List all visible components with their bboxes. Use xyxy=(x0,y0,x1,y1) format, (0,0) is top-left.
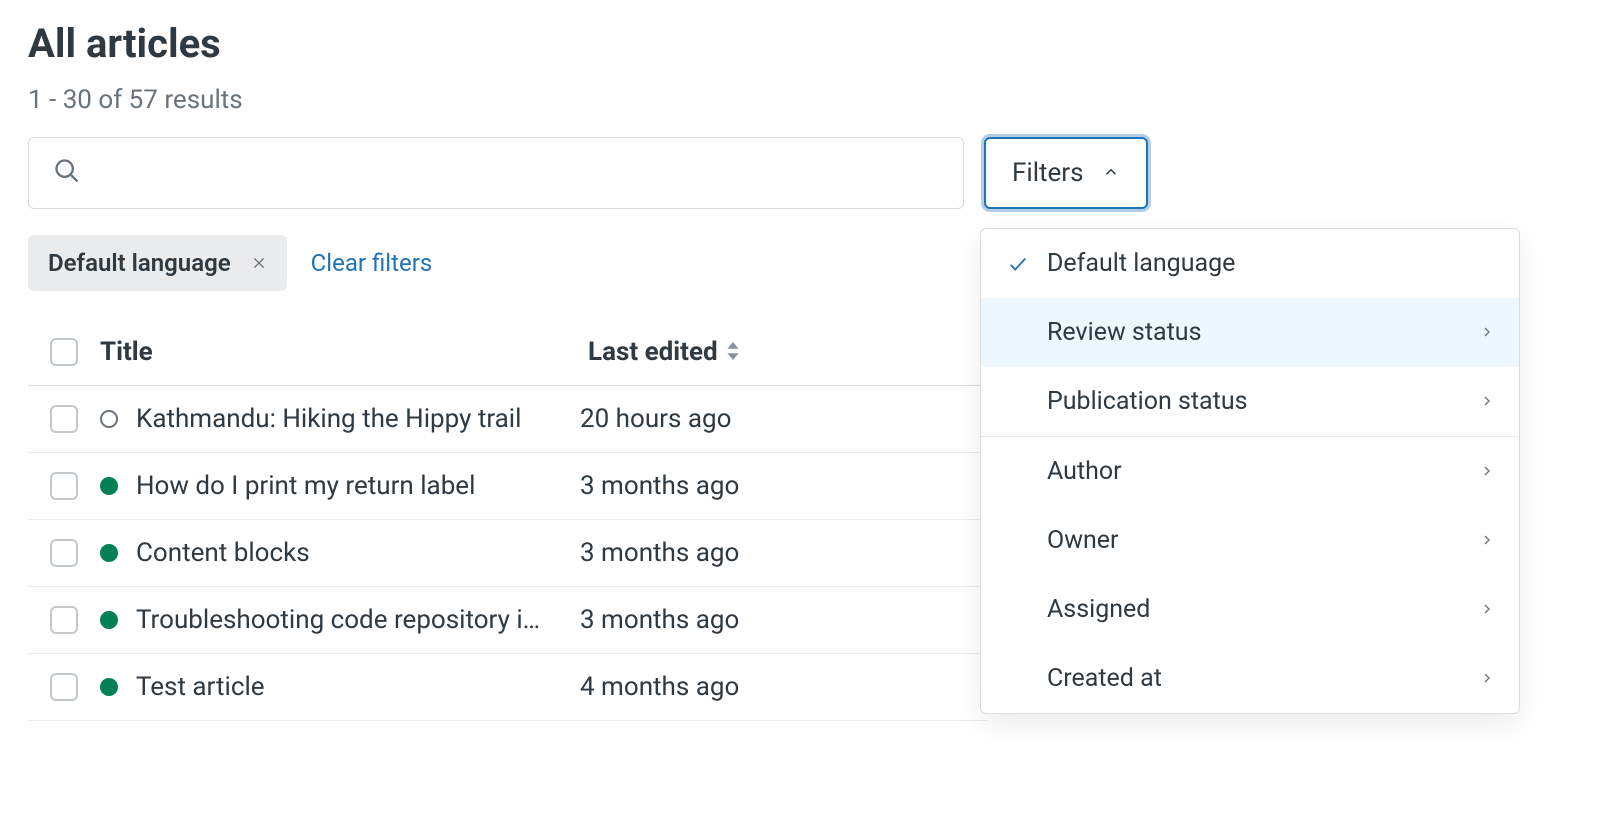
chevron-right-icon xyxy=(1479,457,1495,486)
row-last-edited: 3 months ago xyxy=(580,471,739,501)
chevron-right-icon xyxy=(1479,595,1495,624)
status-dot xyxy=(100,611,118,629)
check-icon xyxy=(1005,253,1031,275)
filter-option-label: Review status xyxy=(1047,318,1463,347)
row-title[interactable]: Kathmandu: Hiking the Hippy trail xyxy=(136,404,562,434)
filter-option[interactable]: Author xyxy=(981,437,1519,506)
table-row[interactable]: Kathmandu: Hiking the Hippy trail 20 hour… xyxy=(28,386,988,453)
filter-option[interactable]: Review status xyxy=(981,298,1519,367)
row-checkbox[interactable] xyxy=(50,405,78,433)
results-count: 1 - 30 of 57 results xyxy=(28,85,1596,115)
status-dot xyxy=(100,477,118,495)
row-checkbox[interactable] xyxy=(50,673,78,701)
row-checkbox[interactable] xyxy=(50,472,78,500)
table-row[interactable]: Test article 4 months ago xyxy=(28,654,988,721)
status-dot xyxy=(100,678,118,696)
filter-option-default-language[interactable]: Default language xyxy=(981,229,1519,298)
search-icon xyxy=(53,157,81,189)
chevron-right-icon xyxy=(1479,664,1495,693)
close-icon[interactable] xyxy=(251,249,267,277)
filter-option[interactable]: Created at xyxy=(981,644,1519,713)
row-last-edited: 3 months ago xyxy=(580,538,739,568)
filter-option-label: Assigned xyxy=(1047,595,1463,624)
page-title: All articles xyxy=(28,20,1596,67)
row-checkbox[interactable] xyxy=(50,539,78,567)
table-row[interactable]: How do I print my return label 3 months a… xyxy=(28,453,988,520)
table-row[interactable]: Troubleshooting code repository i… 3 mont… xyxy=(28,587,988,654)
col-header-last-edited[interactable]: Last edited xyxy=(588,337,740,367)
col-header-last-edited-label: Last edited xyxy=(588,337,718,367)
row-last-edited: 20 hours ago xyxy=(580,404,731,434)
filter-option-label: Publication status xyxy=(1047,387,1463,416)
status-dot xyxy=(100,410,118,428)
clear-filters-link[interactable]: Clear filters xyxy=(311,249,433,277)
filter-option-label: Default language xyxy=(1047,249,1495,278)
row-title[interactable]: Troubleshooting code repository i… xyxy=(136,605,562,635)
row-title[interactable]: Content blocks xyxy=(136,538,562,568)
status-dot xyxy=(100,544,118,562)
filter-option[interactable]: Publication status xyxy=(981,367,1519,436)
chevron-up-icon xyxy=(1102,158,1120,188)
filter-option-label: Created at xyxy=(1047,664,1463,693)
sort-icon xyxy=(726,337,740,367)
table-header: Title Last edited xyxy=(28,319,988,386)
filters-toggle[interactable]: Filters xyxy=(984,137,1148,209)
row-title[interactable]: Test article xyxy=(136,672,562,702)
search-input[interactable] xyxy=(95,159,939,187)
filter-option-label: Author xyxy=(1047,457,1463,486)
col-header-title[interactable]: Title xyxy=(100,337,570,367)
table-row[interactable]: Content blocks 3 months ago xyxy=(28,520,988,587)
row-last-edited: 3 months ago xyxy=(580,605,739,635)
filter-option[interactable]: Assigned xyxy=(981,575,1519,644)
chevron-right-icon xyxy=(1479,318,1495,347)
select-all-checkbox[interactable] xyxy=(50,338,78,366)
filters-toggle-label: Filters xyxy=(1012,158,1084,188)
row-last-edited: 4 months ago xyxy=(580,672,739,702)
chevron-right-icon xyxy=(1479,526,1495,555)
articles-table: Title Last edited Kathmandu: Hiking the … xyxy=(28,319,988,721)
row-title[interactable]: How do I print my return label xyxy=(136,471,562,501)
row-checkbox[interactable] xyxy=(50,606,78,634)
filter-option-label: Owner xyxy=(1047,526,1463,555)
chevron-right-icon xyxy=(1479,387,1495,416)
filter-option[interactable]: Owner xyxy=(981,506,1519,575)
chip-label: Default language xyxy=(48,249,231,277)
filters-dropdown: Default language Review status Publicatio… xyxy=(980,228,1520,714)
active-filter-chip[interactable]: Default language xyxy=(28,235,287,291)
search-box[interactable] xyxy=(28,137,964,209)
